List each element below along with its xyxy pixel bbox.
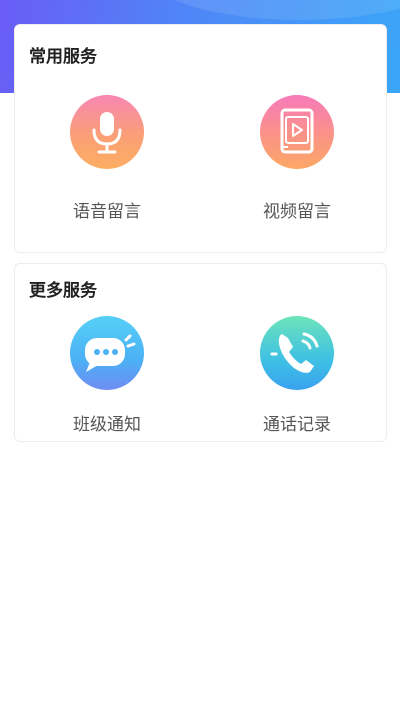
common-services-card: 常用服务 语音留言 视频留言 [14,24,387,253]
class-notice-tile[interactable]: 班级通知 [32,316,182,466]
call-record-label: 通话记录 [263,415,331,435]
more-services-title: 更多服务 [29,281,97,301]
video-play-icon [260,95,334,169]
voice-message-label: 语音留言 [73,202,141,222]
common-services-title: 常用服务 [29,47,97,67]
voice-message-tile[interactable]: 语音留言 [32,95,182,245]
video-message-tile[interactable]: 视频留言 [222,95,372,245]
microphone-icon [70,95,144,169]
phone-icon [260,316,334,390]
more-services-card: 更多服务 班级通知 通话记录 [14,263,387,442]
video-message-label: 视频留言 [263,202,331,222]
chat-bubble-icon [70,316,144,390]
header-wave-decoration [150,0,400,20]
class-notice-label: 班级通知 [73,415,141,435]
call-record-tile[interactable]: 通话记录 [222,316,372,466]
